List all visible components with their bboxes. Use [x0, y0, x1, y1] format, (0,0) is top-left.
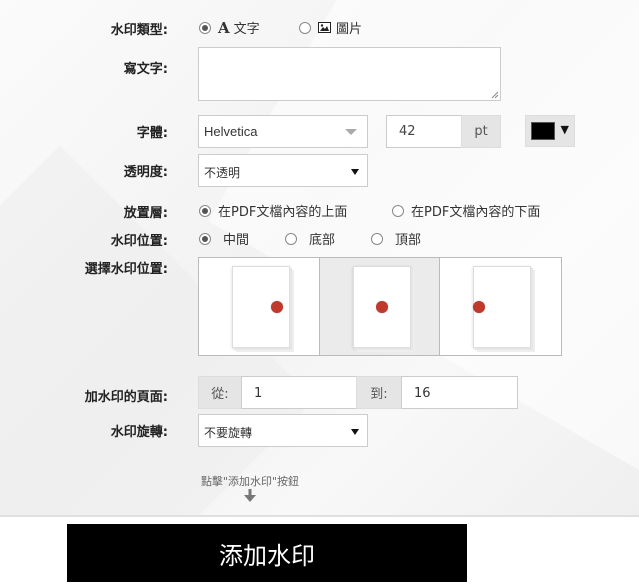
add-watermark-button[interactable]: 添加水印 [67, 524, 467, 582]
rotation-select[interactable]: 不要旋轉 [198, 414, 368, 447]
font-color-picker[interactable]: ▼ [525, 115, 575, 147]
font-family-select[interactable]: Helvetica [198, 115, 368, 148]
image-icon [318, 22, 331, 33]
position-bottom-label: 底部 [309, 233, 336, 248]
resize-handle-icon[interactable] [491, 91, 499, 99]
text-field-label: 寫文字: [123, 62, 168, 77]
type-image-label: 圖片 [336, 22, 363, 37]
position-top-radio[interactable]: 頂部 [371, 229, 421, 248]
font-label: 字體: [136, 126, 168, 141]
pages-from-value: 1 [254, 386, 263, 401]
position-picker-label: 選擇水印位置: [84, 262, 168, 277]
pages-from-addon: 從: [198, 376, 242, 409]
radio-checked-icon [199, 232, 211, 245]
font-size-input[interactable]: 42 [386, 115, 462, 148]
page-thumbnail [352, 266, 411, 348]
radio-unchecked-icon [371, 232, 383, 245]
opacity-label: 透明度: [123, 165, 168, 180]
position-picker [198, 257, 562, 356]
position-middle-label: 中間 [223, 233, 250, 248]
submit-hint: 點擊"添加水印"按鈕 [200, 475, 300, 488]
layer-label: 放置層: [123, 206, 168, 221]
opacity-select[interactable]: 不透明 [198, 154, 368, 187]
watermark-type-label: 水印類型: [110, 23, 168, 38]
layer-below-label: 在PDF文檔內容的下面 [411, 205, 541, 220]
pages-to-input[interactable]: 16 [401, 376, 518, 409]
radio-unchecked-icon [392, 204, 404, 217]
caret-down-icon: ▼ [560, 123, 569, 136]
type-text-radio[interactable]: A 文字 [199, 18, 260, 37]
type-text-label: 文字 [233, 22, 260, 37]
radio-checked-icon [199, 21, 211, 34]
pages-from-input[interactable]: 1 [241, 376, 357, 409]
pages-to-addon: 到: [356, 376, 402, 409]
layer-above-label: 在PDF文檔內容的上面 [218, 205, 348, 220]
font-size-unit: pt [461, 115, 501, 148]
type-image-radio[interactable]: 圖片 [299, 18, 362, 37]
caret-down-icon [351, 169, 359, 175]
text-a-icon: A [218, 18, 230, 37]
radio-checked-icon [199, 204, 211, 217]
page-thumbnail [232, 266, 290, 348]
position-top-label: 頂部 [395, 233, 422, 248]
position-marker-icon [473, 301, 486, 313]
radio-unchecked-icon [285, 232, 297, 245]
page-thumbnail [473, 266, 532, 348]
position-middle-radio[interactable]: 中間 [199, 229, 249, 248]
watermark-text-input[interactable] [198, 47, 501, 101]
chevron-down-icon [345, 129, 357, 135]
footer-bar: 添加水印 [0, 515, 639, 588]
pages-to-value: 16 [414, 386, 431, 401]
position-marker-icon [271, 301, 283, 313]
font-size-value: 42 [399, 124, 416, 139]
radio-unchecked-icon [299, 21, 311, 34]
arrow-down-icon [244, 489, 256, 502]
rotation-label: 水印旋轉: [110, 425, 168, 440]
rotation-value: 不要旋轉 [204, 426, 253, 440]
position-label: 水印位置: [110, 234, 168, 249]
position-option-left[interactable] [199, 258, 320, 355]
pages-label: 加水印的頁面: [84, 390, 168, 405]
opacity-value: 不透明 [204, 166, 241, 180]
font-family-value: Helvetica [204, 124, 258, 139]
layer-above-radio[interactable]: 在PDF文檔內容的上面 [199, 201, 347, 220]
caret-down-icon [351, 429, 359, 435]
position-bottom-radio[interactable]: 底部 [285, 229, 335, 248]
color-swatch [531, 122, 555, 140]
position-marker-icon [375, 301, 388, 313]
position-option-center[interactable] [319, 258, 441, 355]
layer-below-radio[interactable]: 在PDF文檔內容的下面 [392, 201, 540, 220]
position-option-right[interactable] [440, 258, 561, 355]
